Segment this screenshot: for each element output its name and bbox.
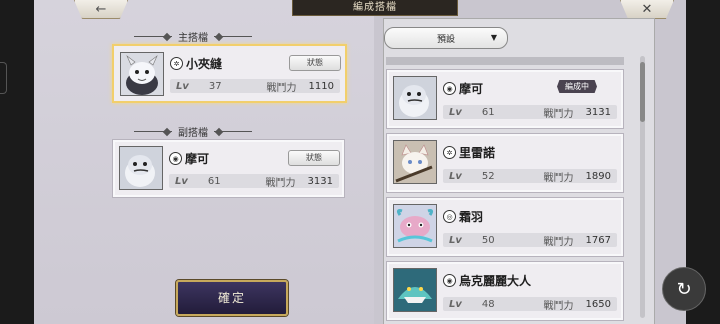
list-item-portrait	[393, 76, 437, 120]
pink-axolotl-icon	[394, 205, 436, 247]
list-item-name: ◉ 摩可	[443, 80, 483, 97]
sub-partner-label: 副搭檔	[134, 124, 252, 139]
in-team-badge: 編成中	[557, 80, 597, 93]
sub-partner-stats: Lv 61 戰鬥力 3131	[169, 174, 339, 189]
refresh-button[interactable]: ↻	[662, 267, 706, 311]
sub-partner-portrait	[119, 146, 163, 190]
element-icon: ◉	[443, 274, 456, 287]
sub-partner-card[interactable]: ◉ 摩可 狀態 Lv 61 戰鬥力 3131	[112, 139, 345, 198]
list-item-stats: Lv 52 戰鬥力 1890	[443, 169, 617, 184]
list-item-stats: Lv 61 戰鬥力 3131	[443, 105, 617, 120]
game-screen: ← 編成搭檔 ✕ 主搭檔 ✲ 小夾縫 狀態 Lv 37 戰鬥力 1110 副搭檔…	[34, 0, 686, 324]
main-partner-power: 1110	[308, 80, 334, 92]
list-item-portrait	[393, 268, 437, 312]
list-item-portrait	[393, 140, 437, 184]
white-seal-icon	[394, 77, 436, 119]
white-cat-icon	[394, 141, 436, 183]
list-item-stats: Lv 50 戰鬥力 1767	[443, 233, 617, 248]
list-item-name: ◎ 霜羽	[443, 208, 483, 225]
main-status-button[interactable]: 狀態	[289, 55, 341, 71]
screen-edge-left	[0, 0, 34, 324]
close-button[interactable]: ✕	[620, 0, 674, 19]
element-icon: ✲	[170, 57, 183, 70]
list-item-name: ✲ 里雷諾	[443, 144, 495, 161]
element-icon: ◎	[443, 210, 456, 223]
sub-status-button[interactable]: 狀態	[288, 150, 340, 166]
list-header-bar	[386, 57, 624, 65]
list-scroll-thumb[interactable]	[640, 62, 645, 122]
back-button[interactable]: ←	[74, 0, 128, 19]
sub-partner-power: 3131	[307, 175, 333, 187]
list-item-stats: Lv 48 戰鬥力 1650	[443, 297, 617, 312]
list-item[interactable]: ◉ 摩可 編成中 Lv 61 戰鬥力 3131	[386, 69, 624, 129]
chevron-down-icon: ▼	[490, 33, 497, 42]
sub-partner-level: 61	[207, 175, 221, 187]
refresh-icon: ↻	[676, 278, 692, 300]
white-seal-icon	[120, 147, 162, 189]
element-icon: ✲	[443, 146, 456, 159]
main-partner-stats: Lv 37 戰鬥力 1110	[170, 79, 340, 94]
list-item-portrait	[393, 204, 437, 248]
main-partner-label: 主搭檔	[134, 29, 252, 44]
white-dragon-icon	[121, 53, 163, 95]
list-item-name: ◉ 烏克麗麗大人	[443, 272, 531, 289]
sub-partner-name: ◉ 摩可	[169, 150, 209, 167]
element-icon: ◉	[169, 152, 182, 165]
list-item[interactable]: ◉ 烏克麗麗大人 Lv 48 戰鬥力 1650	[386, 261, 624, 321]
confirm-button[interactable]: 確定	[176, 280, 288, 316]
main-partner-level: 37	[208, 80, 222, 92]
notch	[0, 62, 7, 94]
teal-shark-icon	[394, 269, 436, 311]
main-partner-card[interactable]: ✲ 小夾縫 狀態 Lv 37 戰鬥力 1110	[112, 44, 347, 103]
close-icon: ✕	[641, 1, 653, 17]
screen-title: 編成搭檔	[292, 0, 458, 16]
main-partner-portrait	[120, 52, 164, 96]
filter-dropdown[interactable]: 預設 ▼	[384, 27, 508, 49]
main-partner-name: ✲ 小夾縫	[170, 55, 222, 72]
element-icon: ◉	[443, 82, 456, 95]
back-arrow-icon: ←	[95, 1, 107, 17]
list-item[interactable]: ✲ 里雷諾 Lv 52 戰鬥力 1890	[386, 133, 624, 193]
list-item[interactable]: ◎ 霜羽 Lv 50 戰鬥力 1767	[386, 197, 624, 257]
